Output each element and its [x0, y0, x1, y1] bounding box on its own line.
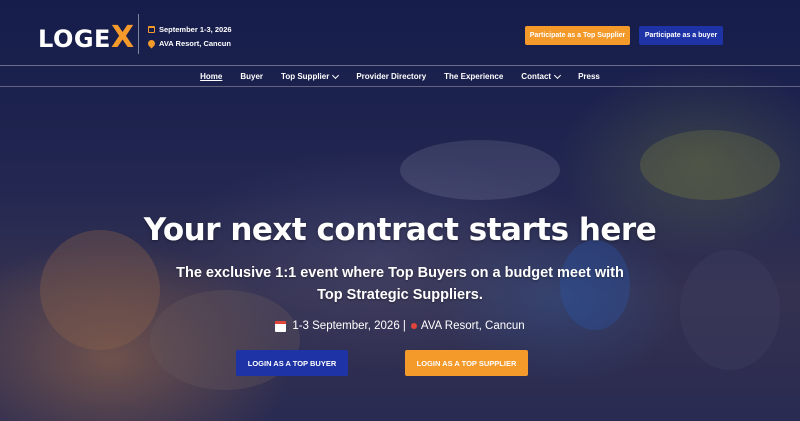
nav-label: Top Supplier [281, 72, 330, 81]
chevron-down-icon [554, 71, 562, 79]
nav-label: Contact [521, 72, 552, 81]
event-date: September 1-3, 2026 [159, 24, 232, 34]
nav-item-press[interactable]: Press [569, 72, 609, 81]
hero-subtitle-line: Top Strategic Suppliers. [317, 287, 483, 304]
location-pin-icon [410, 323, 417, 330]
hero-section: Your next contract starts here The exclu… [0, 200, 800, 332]
nav-label: Press [578, 72, 600, 81]
participate-supplier-button[interactable]: Participate as a Top Supplier [525, 26, 630, 45]
hero-dates: 1-3 September, 2026 | [292, 320, 406, 333]
participate-buyer-button[interactable]: Participate as a buyer [639, 26, 723, 45]
logo-text: LOGE [38, 25, 111, 53]
login-supplier-button[interactable]: LOGIN AS A TOP SUPPLIER [405, 350, 528, 376]
hero-buttons: LOGIN AS A TOP BUYER LOGIN AS A TOP SUPP… [0, 350, 800, 376]
nav-label: Buyer [240, 72, 264, 81]
nav-item-provider-directory[interactable]: Provider Directory [347, 72, 435, 81]
calendar-icon [275, 320, 287, 332]
nav-item-the-experience[interactable]: The Experience [435, 72, 512, 81]
logo-accent: X [110, 20, 135, 55]
calendar-icon [148, 25, 155, 33]
nav-item-buyer[interactable]: Buyer [231, 72, 272, 81]
site-header: LOGEX September 1-3, 2026 AVA Resort, Ca… [0, 0, 800, 66]
hero-subtitle-line: The exclusive 1:1 event where Top Buyers… [176, 265, 624, 282]
event-info: September 1-3, 2026 AVA Resort, Cancun [146, 22, 232, 50]
nav-label: Home [200, 72, 223, 81]
chevron-down-icon [332, 71, 340, 79]
location-pin-icon [146, 38, 157, 48]
hero-title: Your next contract starts here [143, 212, 657, 248]
logo[interactable]: LOGEX [38, 20, 135, 55]
nav-item-top-supplier[interactable]: Top Supplier [272, 71, 347, 81]
event-location: AVA Resort, Cancun [159, 38, 231, 48]
logo-divider [138, 14, 139, 54]
nav-item-contact[interactable]: Contact [512, 71, 569, 81]
hero-location: AVA Resort, Cancun [420, 320, 525, 333]
login-buyer-button[interactable]: LOGIN AS A TOP BUYER [236, 350, 348, 376]
main-nav: Home Buyer Top Supplier Provider Directo… [0, 67, 800, 87]
nav-item-home[interactable]: Home [191, 72, 231, 81]
hero-subtitle: The exclusive 1:1 event where Top Buyers… [0, 262, 800, 306]
hero-event-meta: 1-3 September, 2026 | AVA Resort, Cancun [0, 320, 800, 332]
nav-label: Provider Directory [356, 72, 427, 81]
nav-label: The Experience [444, 72, 504, 81]
